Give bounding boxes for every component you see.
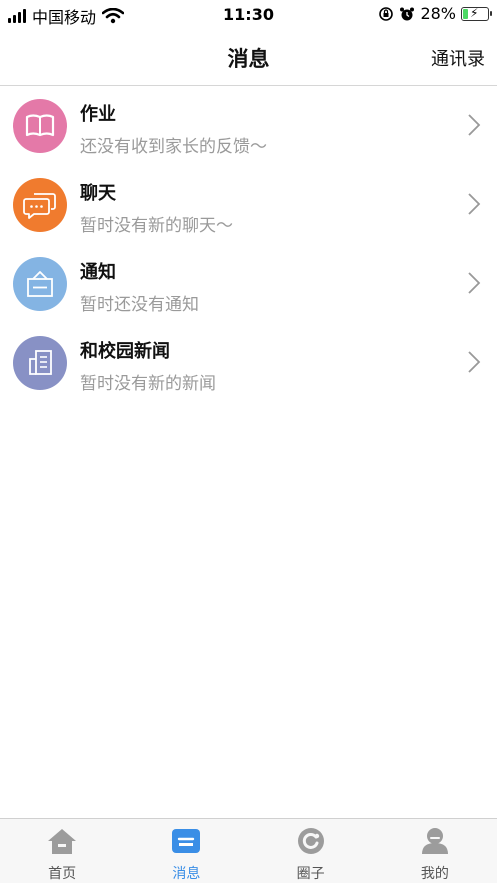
list-item-homework[interactable]: 作业 还没有收到家长的反馈～ bbox=[0, 86, 497, 165]
book-icon bbox=[25, 114, 55, 137]
homework-avatar bbox=[13, 99, 67, 153]
chevron-right-icon bbox=[468, 114, 481, 136]
page-title: 消息 bbox=[227, 47, 270, 71]
profile-icon bbox=[421, 828, 448, 854]
status-bar: 中国移动 11:30 28% ⚡ bbox=[0, 0, 497, 30]
contacts-button[interactable]: 通讯录 bbox=[431, 45, 485, 71]
tab-label: 圈子 bbox=[296, 866, 325, 882]
signal-icon bbox=[8, 9, 26, 23]
orientation-lock-icon bbox=[379, 6, 394, 21]
battery-level bbox=[463, 8, 469, 19]
item-subtitle: 暂时还没有通知 bbox=[80, 295, 199, 315]
carrier-label: 中国移动 bbox=[32, 8, 97, 27]
list-item-news[interactable]: 和校园新闻 暂时没有新的新闻 bbox=[0, 323, 497, 402]
tab-label: 我的 bbox=[420, 866, 449, 882]
tab-bar: 首页 消息 圈子 我的 bbox=[0, 818, 497, 883]
charging-bolt-icon: ⚡ bbox=[470, 5, 479, 20]
item-subtitle: 暂时没有新的新闻 bbox=[80, 374, 216, 394]
status-left: 中国移动 bbox=[8, 4, 125, 28]
alarm-icon bbox=[400, 7, 415, 20]
home-icon bbox=[48, 829, 77, 854]
list-item-chat[interactable]: 聊天 暂时没有新的聊天～ bbox=[0, 165, 497, 244]
newspaper-icon bbox=[29, 350, 52, 375]
status-right: 28% ⚡ bbox=[378, 4, 492, 23]
tab-label: 消息 bbox=[172, 866, 201, 882]
chevron-right-icon bbox=[468, 193, 481, 215]
battery-icon: ⚡ bbox=[461, 5, 492, 21]
chat-bubbles-icon bbox=[23, 193, 56, 219]
navigation-bar: 消息 通讯录 bbox=[0, 30, 497, 86]
item-title: 通知 bbox=[80, 262, 116, 283]
chevron-right-icon bbox=[468, 351, 481, 373]
item-title: 聊天 bbox=[80, 183, 116, 204]
item-title: 和校园新闻 bbox=[80, 341, 170, 362]
item-title: 作业 bbox=[80, 104, 116, 125]
news-avatar bbox=[13, 336, 67, 390]
battery-percent: 28% bbox=[420, 4, 456, 23]
chevron-right-icon bbox=[468, 272, 481, 294]
tab-circle[interactable]: 圈子 bbox=[249, 819, 373, 883]
chat-avatar bbox=[13, 178, 67, 232]
tab-messages[interactable]: 消息 bbox=[124, 819, 248, 883]
item-subtitle: 还没有收到家长的反馈～ bbox=[80, 137, 267, 157]
message-list: 作业 还没有收到家长的反馈～ 聊天 暂时没有新的聊天～ 通知 暂时还没有通知 和… bbox=[0, 86, 497, 402]
circle-icon bbox=[297, 828, 324, 854]
message-icon bbox=[172, 829, 201, 853]
list-item-notice[interactable]: 通知 暂时还没有通知 bbox=[0, 244, 497, 323]
tab-home[interactable]: 首页 bbox=[0, 819, 124, 883]
notice-avatar bbox=[13, 257, 67, 311]
tab-label: 首页 bbox=[48, 866, 77, 882]
tab-profile[interactable]: 我的 bbox=[373, 819, 497, 883]
notice-board-icon bbox=[27, 271, 53, 297]
wifi-icon bbox=[102, 8, 125, 24]
item-subtitle: 暂时没有新的聊天～ bbox=[80, 216, 233, 236]
